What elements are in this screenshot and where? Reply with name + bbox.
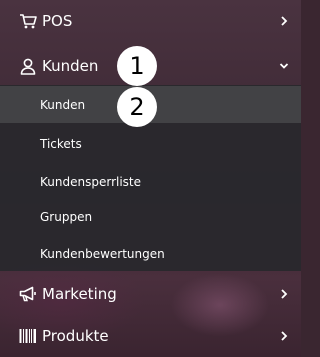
submenu-item-label: Kundensperrliste [40,174,142,189]
submenu-item-tickets[interactable]: Tickets [0,125,301,162]
menu-item-label: POS [42,12,73,30]
menu-item-label: Produkte [42,327,109,345]
annotation-badge-2: 2 [117,87,157,127]
menu-item-marketing[interactable]: Marketing [0,273,301,315]
chevron-right-icon [279,288,289,300]
cart-icon [19,12,37,30]
submenu-item-label: Kundenbewertungen [40,246,165,261]
menu-item-pos[interactable]: POS [0,0,301,42]
menu-item-label: Marketing [42,285,117,303]
submenu-item-label: Tickets [40,136,82,151]
submenu-item-label: Gruppen [40,209,93,224]
megaphone-icon [19,285,37,303]
submenu-item-kundensperrliste[interactable]: Kundensperrliste [0,163,301,200]
user-icon [19,57,37,75]
menu-item-label: Kunden [42,57,99,75]
submenu-item-label: Kunden [40,97,86,112]
chevron-right-icon [279,330,289,342]
submenu-item-kundenbewertungen[interactable]: Kundenbewertungen [0,235,301,272]
chevron-right-icon [279,15,289,27]
annotation-badge-1: 1 [117,46,157,86]
barcode-icon [19,327,37,345]
menu-item-produkte[interactable]: Produkte [0,315,301,357]
chevron-down-icon [279,60,289,72]
submenu-item-gruppen[interactable]: Gruppen [0,198,301,235]
